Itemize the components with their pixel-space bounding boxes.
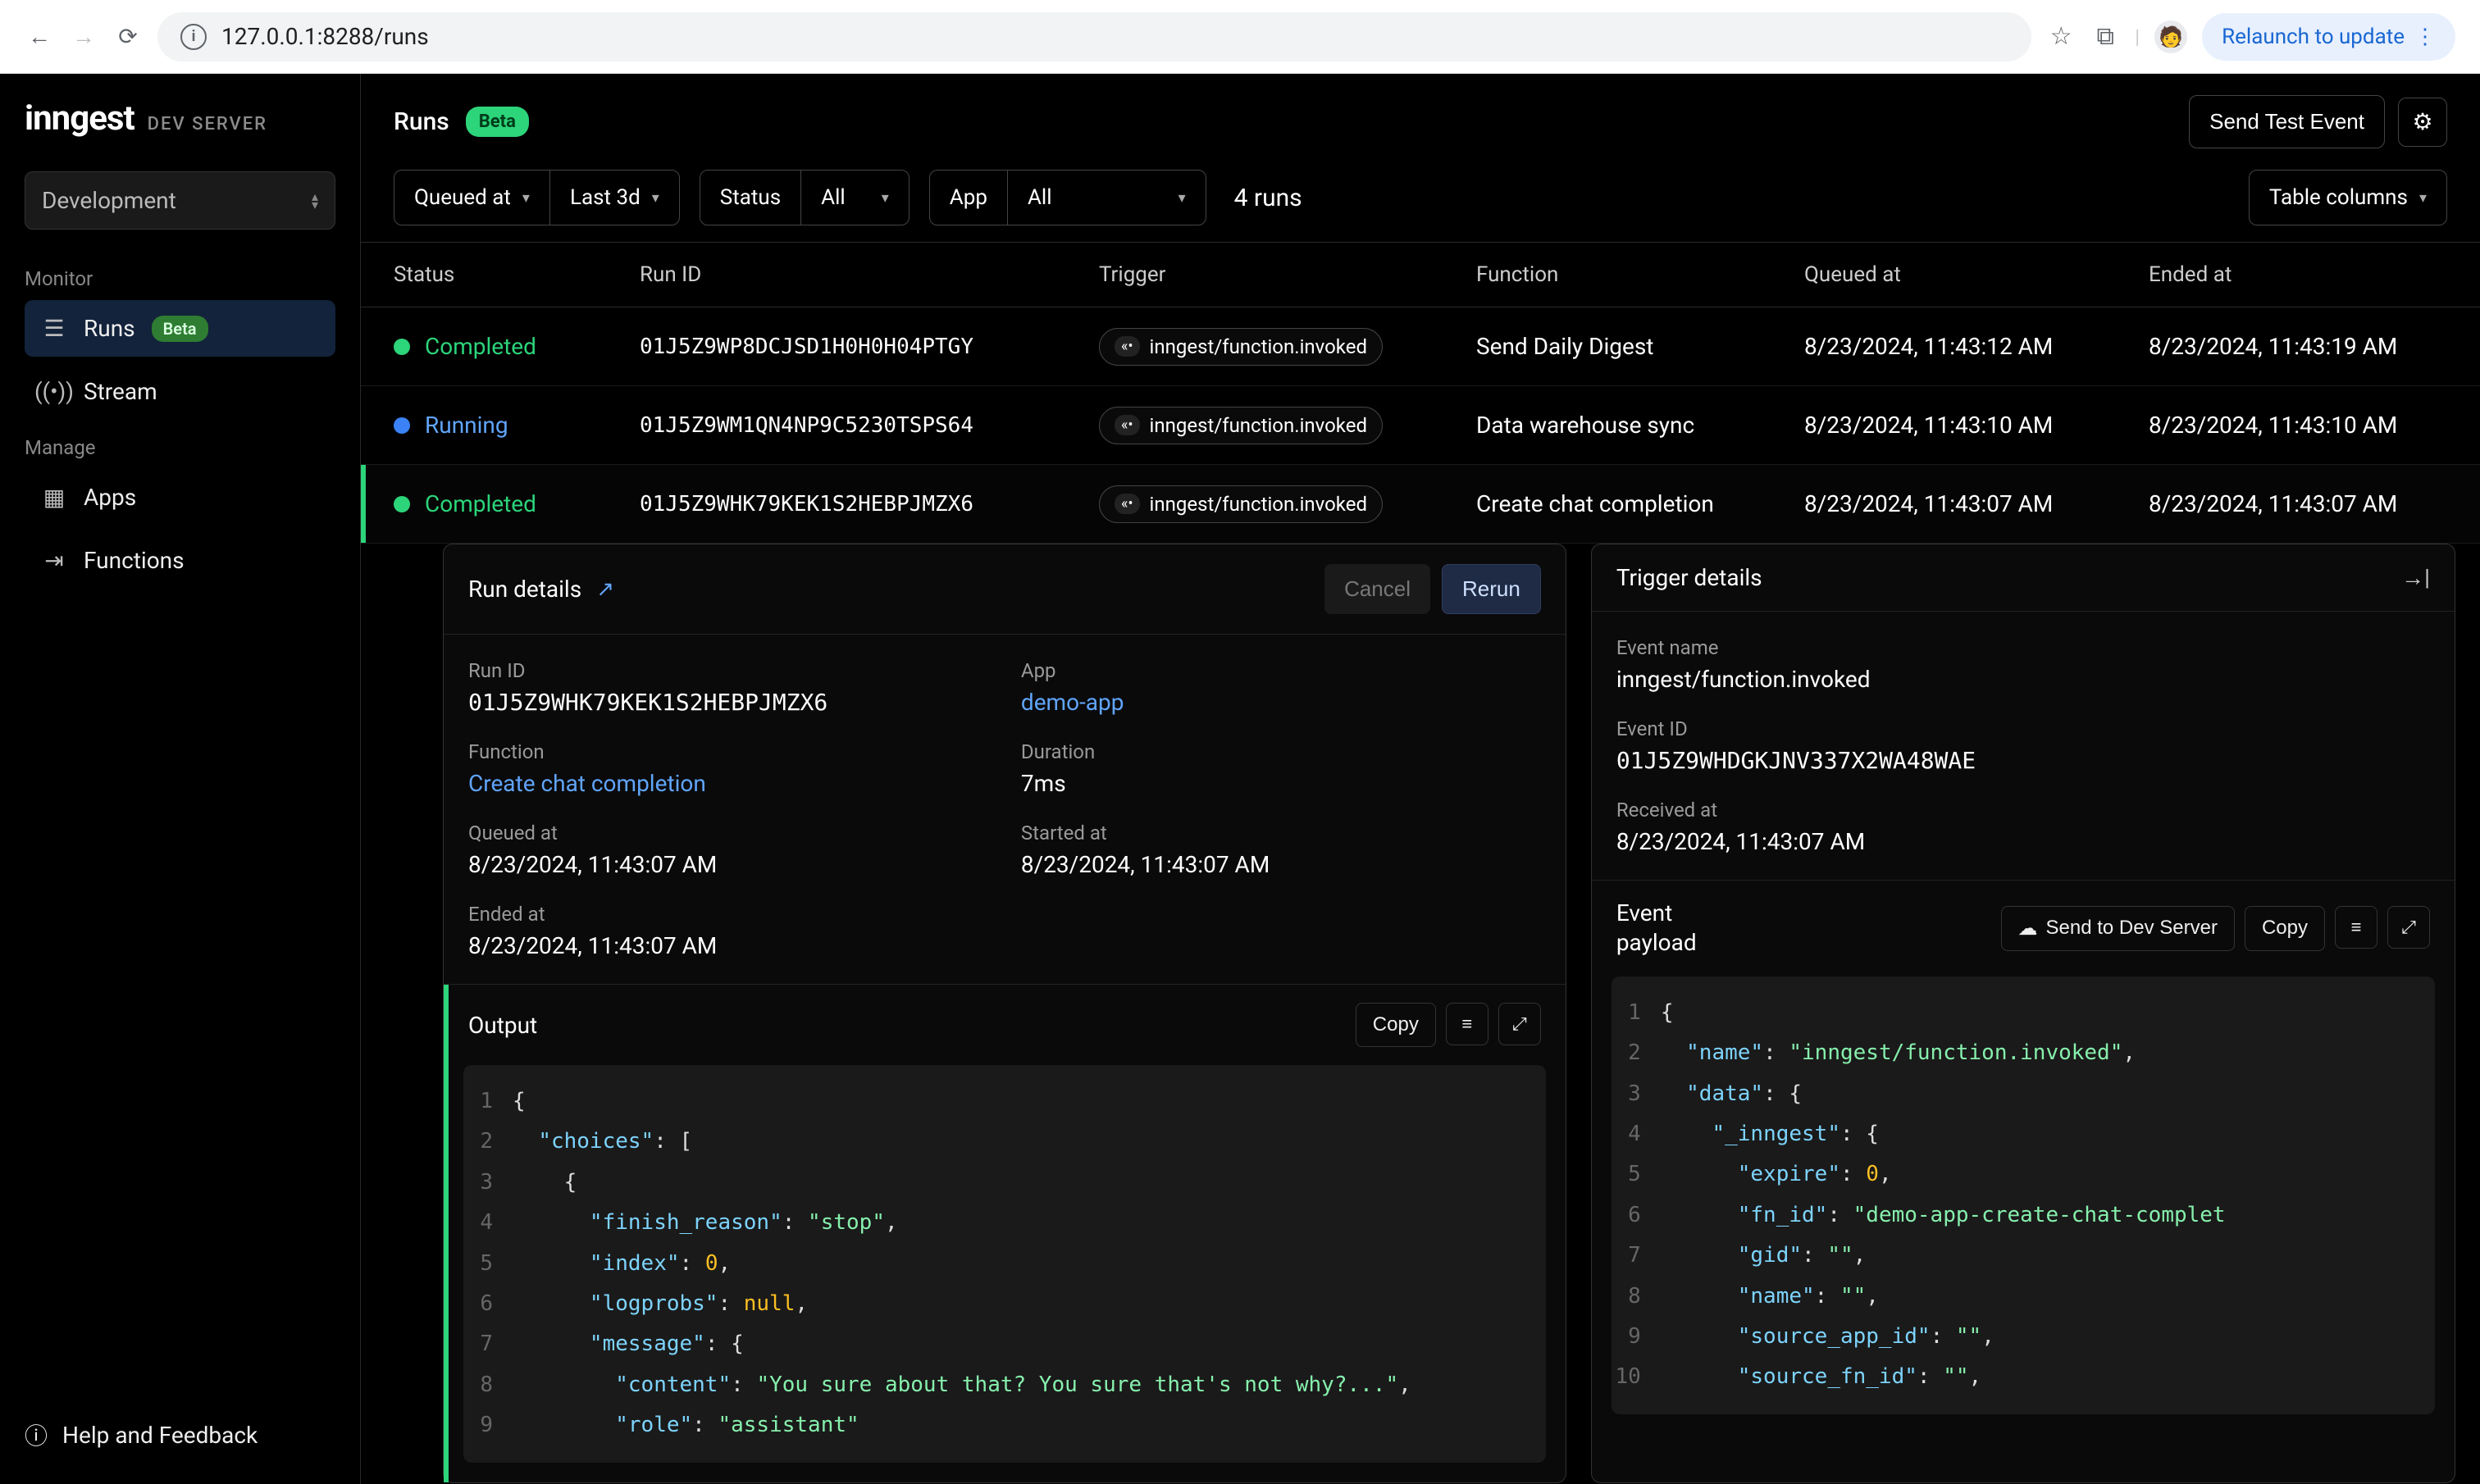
- chevron-down-icon: ▾: [1178, 189, 1186, 207]
- extensions-icon[interactable]: ⧉: [2090, 22, 2120, 52]
- table-row[interactable]: Completed01J5Z9WP8DCJSD1H0H0H04PTGY«•inn…: [361, 307, 2480, 386]
- sidebar-section-monitor: Monitor: [0, 254, 360, 297]
- output-code: 1{2 "choices": [3 {4 "finish_reason": "s…: [463, 1065, 1546, 1463]
- apps-icon: ▦: [41, 485, 67, 511]
- table-row[interactable]: Completed01J5Z9WHK79KEK1S2HEBPJMZX6«•inn…: [361, 465, 2480, 544]
- details-pane: Run details ↗ Cancel Rerun Run ID01J5Z9W…: [410, 544, 2480, 1484]
- send-test-event-button[interactable]: Send Test Event: [2189, 95, 2385, 148]
- trigger-event-name: inngest/function.invoked: [1616, 666, 2430, 693]
- browser-chrome: ← → ⟳ i 127.0.0.1:8288/runs ☆ ⧉ | 🧑 Rela…: [0, 0, 2480, 74]
- sidebar-item-functions[interactable]: ⇥ Functions: [25, 532, 335, 589]
- page-header: Runs Beta Send Test Event ⚙: [361, 74, 2480, 170]
- stream-icon: ((•)): [41, 379, 67, 405]
- table-header: Status Run ID Trigger Function Queued at…: [361, 242, 2480, 307]
- gear-icon: ⚙: [2412, 108, 2432, 135]
- expand-button[interactable]: ⤢: [2387, 906, 2430, 949]
- more-icon: ⋮: [2414, 25, 2436, 49]
- expand-button[interactable]: ⤢: [1498, 1003, 1541, 1045]
- payload-panel: Event payload ☁Send to Dev Server Copy ≡…: [1592, 880, 2455, 1434]
- rerun-button[interactable]: Rerun: [1442, 564, 1541, 614]
- trigger-event-id: 01J5Z9WHDGKJNV337X2WA48WAE: [1616, 747, 2430, 774]
- url-text: 127.0.0.1:8288/runs: [221, 23, 429, 50]
- chevron-updown-icon: ▴▾: [312, 193, 318, 209]
- filters-bar: Queued at▾ Last 3d▾ Status All▾ App All▾…: [361, 170, 2480, 242]
- wrap-lines-button[interactable]: ≡: [2335, 906, 2377, 949]
- sidebar: inngest DEV SERVER Development ▴▾ Monito…: [0, 74, 361, 1484]
- detail-duration: 7ms: [1021, 770, 1541, 797]
- copy-output-button[interactable]: Copy: [1356, 1003, 1436, 1047]
- runs-table: Status Run ID Trigger Function Queued at…: [361, 242, 2480, 1484]
- functions-icon: ⇥: [41, 548, 67, 574]
- url-bar[interactable]: i 127.0.0.1:8288/runs: [157, 12, 2031, 61]
- col-queued-at: Queued at: [1804, 262, 2149, 287]
- col-status: Status: [394, 262, 640, 287]
- beta-pill: Beta: [466, 107, 529, 137]
- payload-title: Event payload: [1616, 899, 1697, 958]
- collapse-icon[interactable]: →|: [2401, 564, 2430, 591]
- profile-avatar[interactable]: 🧑: [2154, 20, 2187, 53]
- trigger-details-panel: Trigger details →| Event nameinngest/fun…: [1591, 544, 2455, 1483]
- sidebar-item-stream[interactable]: ((•)) Stream: [25, 363, 335, 420]
- run-details-title: Run details: [468, 576, 581, 603]
- table-row[interactable]: Running01J5Z9WM1QN4NP9C5230TSPS64«•innge…: [361, 386, 2480, 465]
- chevron-down-icon: ▾: [882, 189, 889, 207]
- back-button[interactable]: ←: [25, 22, 54, 52]
- sidebar-item-runs[interactable]: ☰ Runs Beta: [25, 300, 335, 357]
- send-to-dev-server-button[interactable]: ☁Send to Dev Server: [2001, 906, 2235, 951]
- detail-function-link[interactable]: Create chat completion: [468, 770, 988, 797]
- runs-icon: ☰: [41, 316, 67, 342]
- wrap-lines-button[interactable]: ≡: [1446, 1003, 1488, 1045]
- col-function: Function: [1476, 262, 1804, 287]
- forward-button[interactable]: →: [69, 22, 98, 52]
- status-filter[interactable]: Status All▾: [700, 170, 909, 225]
- table-columns-button[interactable]: Table columns▾: [2249, 170, 2447, 225]
- page-title: Runs: [394, 107, 449, 136]
- detail-queued-at: 8/23/2024, 11:43:07 AM: [468, 851, 988, 878]
- cancel-button: Cancel: [1324, 564, 1430, 614]
- cloud-icon: ☁: [2018, 917, 2038, 940]
- help-button[interactable]: ⓘ Help and Feedback: [0, 1394, 360, 1484]
- main-content: Runs Beta Send Test Event ⚙ Queued at▾ L…: [361, 74, 2480, 1484]
- copy-payload-button[interactable]: Copy: [2245, 906, 2325, 951]
- sidebar-section-manage: Manage: [0, 423, 360, 466]
- environment-selector[interactable]: Development ▴▾: [25, 171, 335, 230]
- help-icon: ⓘ: [25, 1418, 48, 1451]
- payload-code: 1{2 "name": "inngest/function.invoked",3…: [1612, 976, 2435, 1414]
- bookmark-icon[interactable]: ☆: [2046, 22, 2076, 52]
- col-run-id: Run ID: [640, 262, 1099, 287]
- output-title: Output: [468, 1012, 537, 1039]
- separator: |: [2135, 25, 2140, 48]
- detail-started-at: 8/23/2024, 11:43:07 AM: [1021, 851, 1541, 878]
- logo: inngest DEV SERVER: [0, 74, 360, 155]
- chevron-down-icon: ▾: [652, 189, 659, 207]
- trigger-details-title: Trigger details: [1616, 564, 1762, 591]
- app-filter[interactable]: App All▾: [929, 170, 1206, 225]
- col-trigger: Trigger: [1099, 262, 1476, 287]
- detail-run-id: 01J5Z9WHK79KEK1S2HEBPJMZX6: [468, 689, 988, 716]
- settings-button[interactable]: ⚙: [2398, 98, 2447, 147]
- output-panel: Output Copy ≡ ⤢ 1{2 "choices": [3 {4 "fi…: [444, 984, 1566, 1482]
- chevron-down-icon: ▾: [522, 189, 530, 207]
- col-ended-at: Ended at: [2149, 262, 2480, 287]
- relaunch-button[interactable]: Relaunch to update ⋮: [2202, 13, 2455, 61]
- beta-badge: Beta: [152, 316, 208, 342]
- runs-count: 4 runs: [1234, 184, 1302, 212]
- external-link-icon[interactable]: ↗: [596, 577, 614, 602]
- detail-ended-at: 8/23/2024, 11:43:07 AM: [468, 932, 988, 959]
- site-info-icon[interactable]: i: [180, 24, 207, 50]
- trigger-received-at: 8/23/2024, 11:43:07 AM: [1616, 828, 2430, 855]
- sort-filter[interactable]: Queued at▾ Last 3d▾: [394, 170, 680, 225]
- chevron-down-icon: ▾: [2419, 189, 2427, 207]
- reload-button[interactable]: ⟳: [113, 22, 143, 52]
- sidebar-item-apps[interactable]: ▦ Apps: [25, 469, 335, 526]
- run-details-panel: Run details ↗ Cancel Rerun Run ID01J5Z9W…: [443, 544, 1566, 1483]
- detail-app-link[interactable]: demo-app: [1021, 689, 1541, 716]
